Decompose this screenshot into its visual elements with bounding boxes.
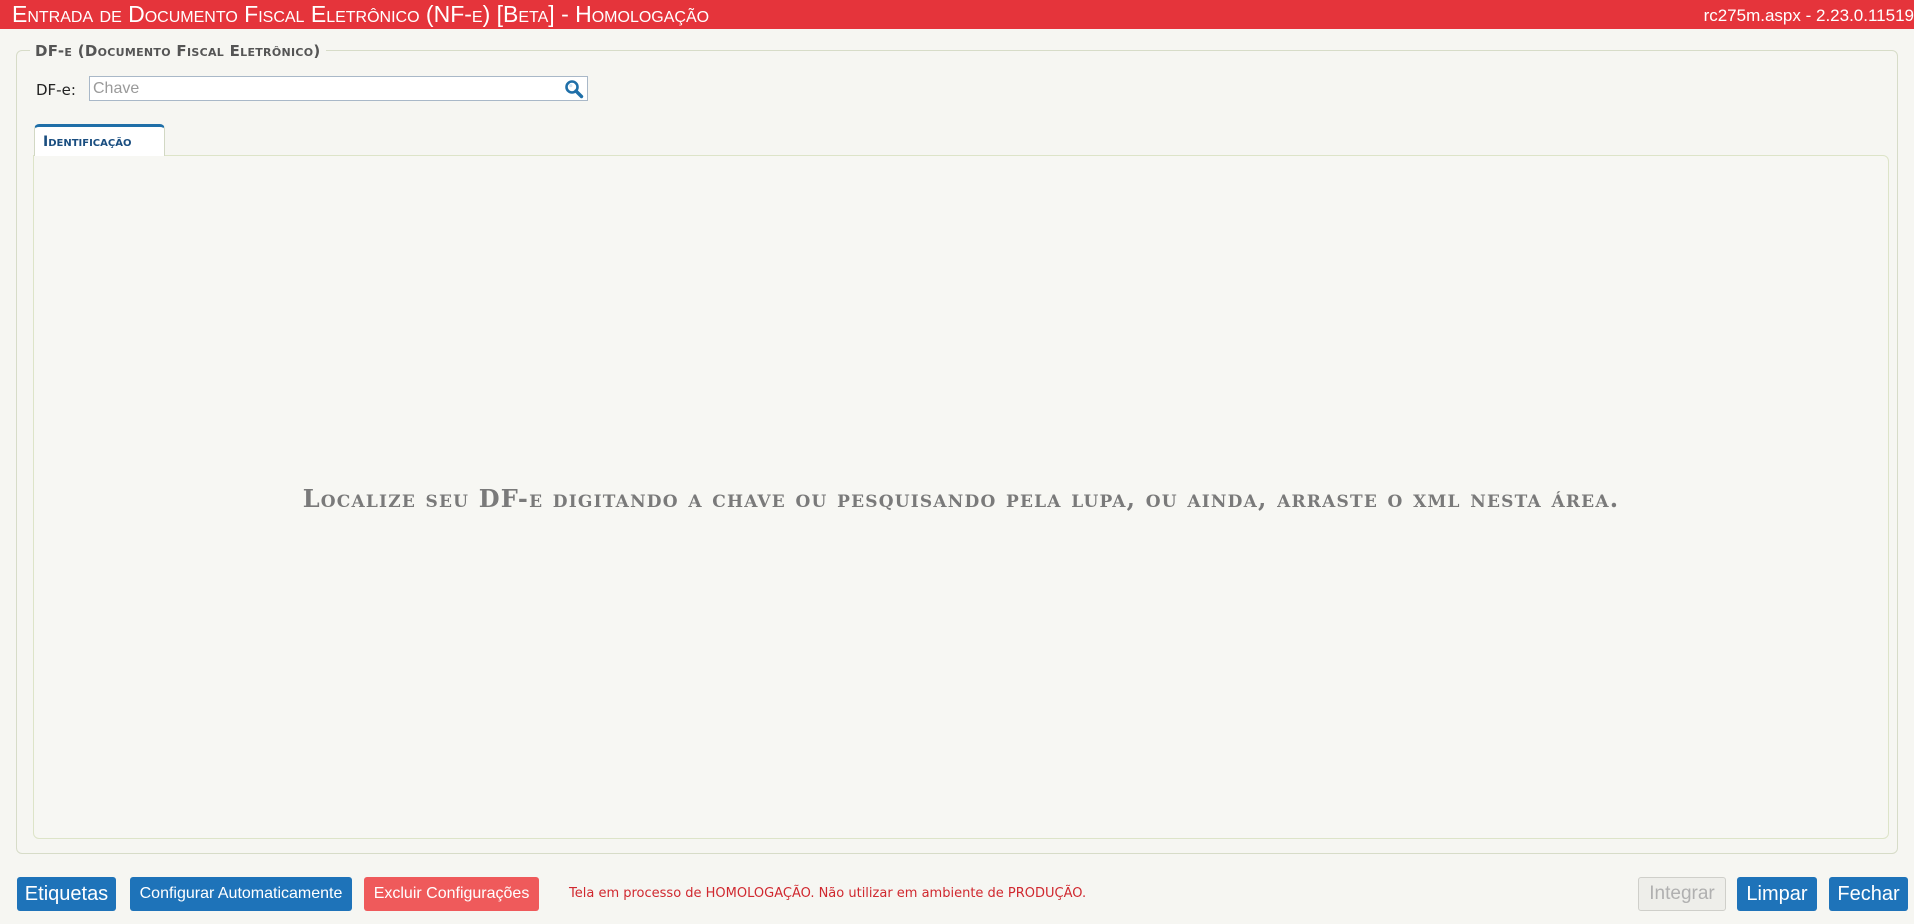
- homologacao-warning: Tela em processo de HOMOLOGAÇÃO. Não uti…: [569, 886, 1087, 901]
- window-title: Entrada de Documento Fiscal Eletrônico (…: [12, 1, 710, 27]
- version-label: rc275m.aspx - 2.23.0.11519: [1703, 6, 1914, 25]
- drop-instruction: Localize seu DF-e digitando a chave ou p…: [302, 484, 1620, 513]
- configurar-automaticamente-button[interactable]: Configurar Automaticamente: [130, 877, 352, 911]
- integrar-button[interactable]: Integrar: [1638, 877, 1726, 911]
- search-icon[interactable]: [564, 79, 585, 99]
- title-bar: Entrada de Documento Fiscal Eletrônico (…: [0, 0, 1914, 29]
- limpar-button[interactable]: Limpar: [1737, 877, 1817, 911]
- tab-identificacao[interactable]: Identificação: [34, 124, 165, 156]
- fechar-button[interactable]: Fechar: [1829, 877, 1908, 911]
- chave-search-box: [89, 76, 588, 101]
- excluir-configuracoes-button[interactable]: Excluir Configurações: [364, 877, 539, 911]
- tab-identificacao-label: Identificação: [43, 134, 132, 150]
- dfe-field-label: DF-e:: [36, 81, 76, 99]
- etiquetas-button[interactable]: Etiquetas: [17, 877, 116, 911]
- fieldset-legend: DF-e (Documento Fiscal Eletrônico): [30, 41, 326, 61]
- chave-input[interactable]: [90, 77, 563, 100]
- identificacao-drop-area[interactable]: Localize seu DF-e digitando a chave ou p…: [33, 155, 1889, 839]
